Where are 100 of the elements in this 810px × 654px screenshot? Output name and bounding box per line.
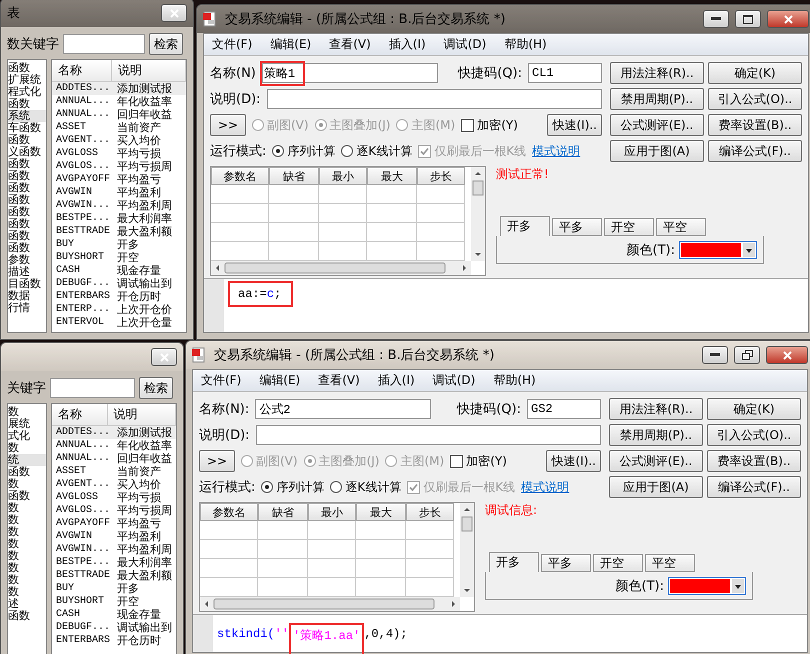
- table-cell[interactable]: [367, 223, 417, 242]
- table-cell[interactable]: [406, 559, 454, 578]
- menu-item[interactable]: 插入(I): [378, 372, 415, 389]
- function-row[interactable]: ENTERBARS 开仓历时: [52, 290, 186, 303]
- function-row[interactable]: BESTTRADE 最大盈利额: [52, 569, 176, 582]
- close-button[interactable]: [161, 4, 187, 22]
- tree-item[interactable]: 函数: [8, 230, 46, 242]
- function-row[interactable]: AVGPAYOFF 平均盈亏: [52, 173, 186, 186]
- table-cell[interactable]: [367, 185, 417, 204]
- menu-item[interactable]: 查看(V): [318, 372, 360, 389]
- action-button[interactable]: 费率设置(B)..: [708, 114, 802, 136]
- shortcut-field[interactable]: CL1: [528, 63, 602, 83]
- minimize-button[interactable]: [702, 346, 728, 364]
- tree-item[interactable]: 式化: [8, 430, 46, 442]
- function-row[interactable]: BUYSHORT 开空: [52, 251, 186, 264]
- tab[interactable]: 平空: [645, 554, 695, 572]
- function-row[interactable]: ANNUAL... 回归年收益: [52, 452, 176, 465]
- tree-item[interactable]: 系统: [8, 110, 46, 122]
- menu-item[interactable]: 帮助(H): [493, 372, 536, 389]
- table-cell[interactable]: [211, 204, 269, 223]
- action-button[interactable]: 公式测评(E)..: [610, 114, 704, 136]
- action-button[interactable]: 应用于图(A): [610, 140, 704, 162]
- table-cell[interactable]: [258, 559, 308, 578]
- vertical-scrollbar[interactable]: [460, 503, 474, 597]
- menu-item[interactable]: 编辑(E): [270, 36, 312, 53]
- function-row[interactable]: AVGLOSS 平均亏损: [52, 147, 186, 160]
- function-row[interactable]: AVGLOS... 平均亏损周: [52, 160, 186, 173]
- radio-button[interactable]: [396, 119, 408, 131]
- menu-item[interactable]: 查看(V): [329, 36, 371, 53]
- function-row[interactable]: ANNUAL... 回归年收益: [52, 108, 186, 121]
- description-field[interactable]: [256, 425, 601, 445]
- function-row[interactable]: AVGLOS... 平均亏损周: [52, 504, 176, 517]
- tree-item[interactable]: 数: [8, 478, 46, 490]
- tree-item[interactable]: 扩展统: [8, 74, 46, 86]
- horizontal-scrollbar[interactable]: [200, 597, 460, 611]
- table-cell[interactable]: [200, 521, 258, 540]
- tab[interactable]: 开多: [489, 552, 539, 572]
- tree-item[interactable]: 目函数: [8, 278, 46, 290]
- action-button[interactable]: 应用于图(A): [609, 476, 703, 498]
- table-cell[interactable]: [269, 185, 319, 204]
- table-cell[interactable]: [211, 185, 269, 204]
- checkbox[interactable]: [461, 118, 474, 132]
- action-button[interactable]: 编译公式(F)..: [707, 476, 801, 498]
- function-row[interactable]: AVGLOSS 平均亏损: [52, 491, 176, 504]
- table-cell[interactable]: [356, 521, 406, 540]
- radio-button[interactable]: [304, 455, 316, 467]
- action-button[interactable]: 确定(K): [708, 62, 802, 84]
- vertical-scrollbar[interactable]: [471, 167, 485, 261]
- function-row[interactable]: CASH 现金存量: [52, 608, 176, 621]
- horizontal-scrollbar[interactable]: [211, 261, 471, 275]
- table-cell[interactable]: [211, 223, 269, 242]
- action-button[interactable]: 确定(K): [707, 398, 801, 420]
- function-row[interactable]: AVGPAYOFF 平均盈亏: [52, 517, 176, 530]
- tab[interactable]: 平多: [552, 218, 602, 236]
- tree-item[interactable]: 数据: [8, 290, 46, 302]
- tree-item[interactable]: 展统: [8, 418, 46, 430]
- code-editor[interactable]: aa:=c;: [204, 278, 808, 332]
- function-row[interactable]: ASSET 当前资产: [52, 121, 186, 134]
- radio-button[interactable]: [341, 145, 354, 157]
- table-cell[interactable]: [406, 540, 454, 559]
- name-field[interactable]: 公式2: [255, 399, 432, 419]
- close-button[interactable]: [766, 346, 808, 364]
- function-row[interactable]: AVGENT... 买入均价: [52, 134, 186, 147]
- expand-button[interactable]: >>: [199, 450, 235, 472]
- tree-item[interactable]: 义函数: [8, 146, 46, 158]
- tree-item[interactable]: 数: [8, 562, 46, 574]
- tree-item[interactable]: 函数: [8, 98, 46, 110]
- radio-button[interactable]: [385, 455, 398, 467]
- tab[interactable]: 开空: [593, 554, 643, 572]
- radio-button[interactable]: [252, 119, 264, 131]
- table-cell[interactable]: [319, 223, 367, 242]
- table-cell[interactable]: [417, 223, 465, 242]
- table-cell[interactable]: [200, 540, 258, 559]
- table-cell[interactable]: [200, 559, 258, 578]
- action-button[interactable]: 引入公式(O)..: [708, 88, 802, 110]
- tab[interactable]: 平多: [541, 554, 591, 572]
- menu-item[interactable]: 调试(D): [444, 36, 486, 53]
- action-button[interactable]: 禁用周期(P)..: [610, 88, 704, 110]
- function-row[interactable]: ENTERBARS 开仓历时: [52, 634, 176, 647]
- tree-item[interactable]: 述: [8, 598, 46, 610]
- quick-button[interactable]: 快速(I)..: [547, 114, 602, 136]
- action-button[interactable]: 公式测评(E)..: [609, 450, 703, 472]
- action-button[interactable]: 禁用周期(P)..: [609, 424, 703, 446]
- tree-item[interactable]: 数: [8, 550, 46, 562]
- maximize-button[interactable]: [735, 10, 761, 28]
- radio-button[interactable]: [261, 481, 274, 493]
- table-cell[interactable]: [269, 204, 319, 223]
- function-row[interactable]: ADDTES... 添加测试报: [52, 426, 176, 439]
- function-row[interactable]: ASSET 当前资产: [52, 465, 176, 478]
- menu-item[interactable]: 文件(F): [201, 372, 242, 389]
- table-cell[interactable]: [319, 185, 367, 204]
- menu-item[interactable]: 帮助(H): [504, 36, 547, 53]
- function-row[interactable]: ENTERVOL 上次开仓量: [52, 316, 186, 329]
- table-cell[interactable]: [417, 204, 465, 223]
- menu-item[interactable]: 调试(D): [432, 372, 476, 389]
- tree-item[interactable]: 函数: [8, 242, 46, 254]
- code-editor[interactable]: stkindi('' '策略1.aa' ,0,4);: [193, 614, 807, 652]
- column-header[interactable]: 说明: [112, 60, 186, 81]
- column-header[interactable]: 名称: [52, 404, 108, 425]
- function-row[interactable]: ANNUAL... 年化收益率: [52, 95, 186, 108]
